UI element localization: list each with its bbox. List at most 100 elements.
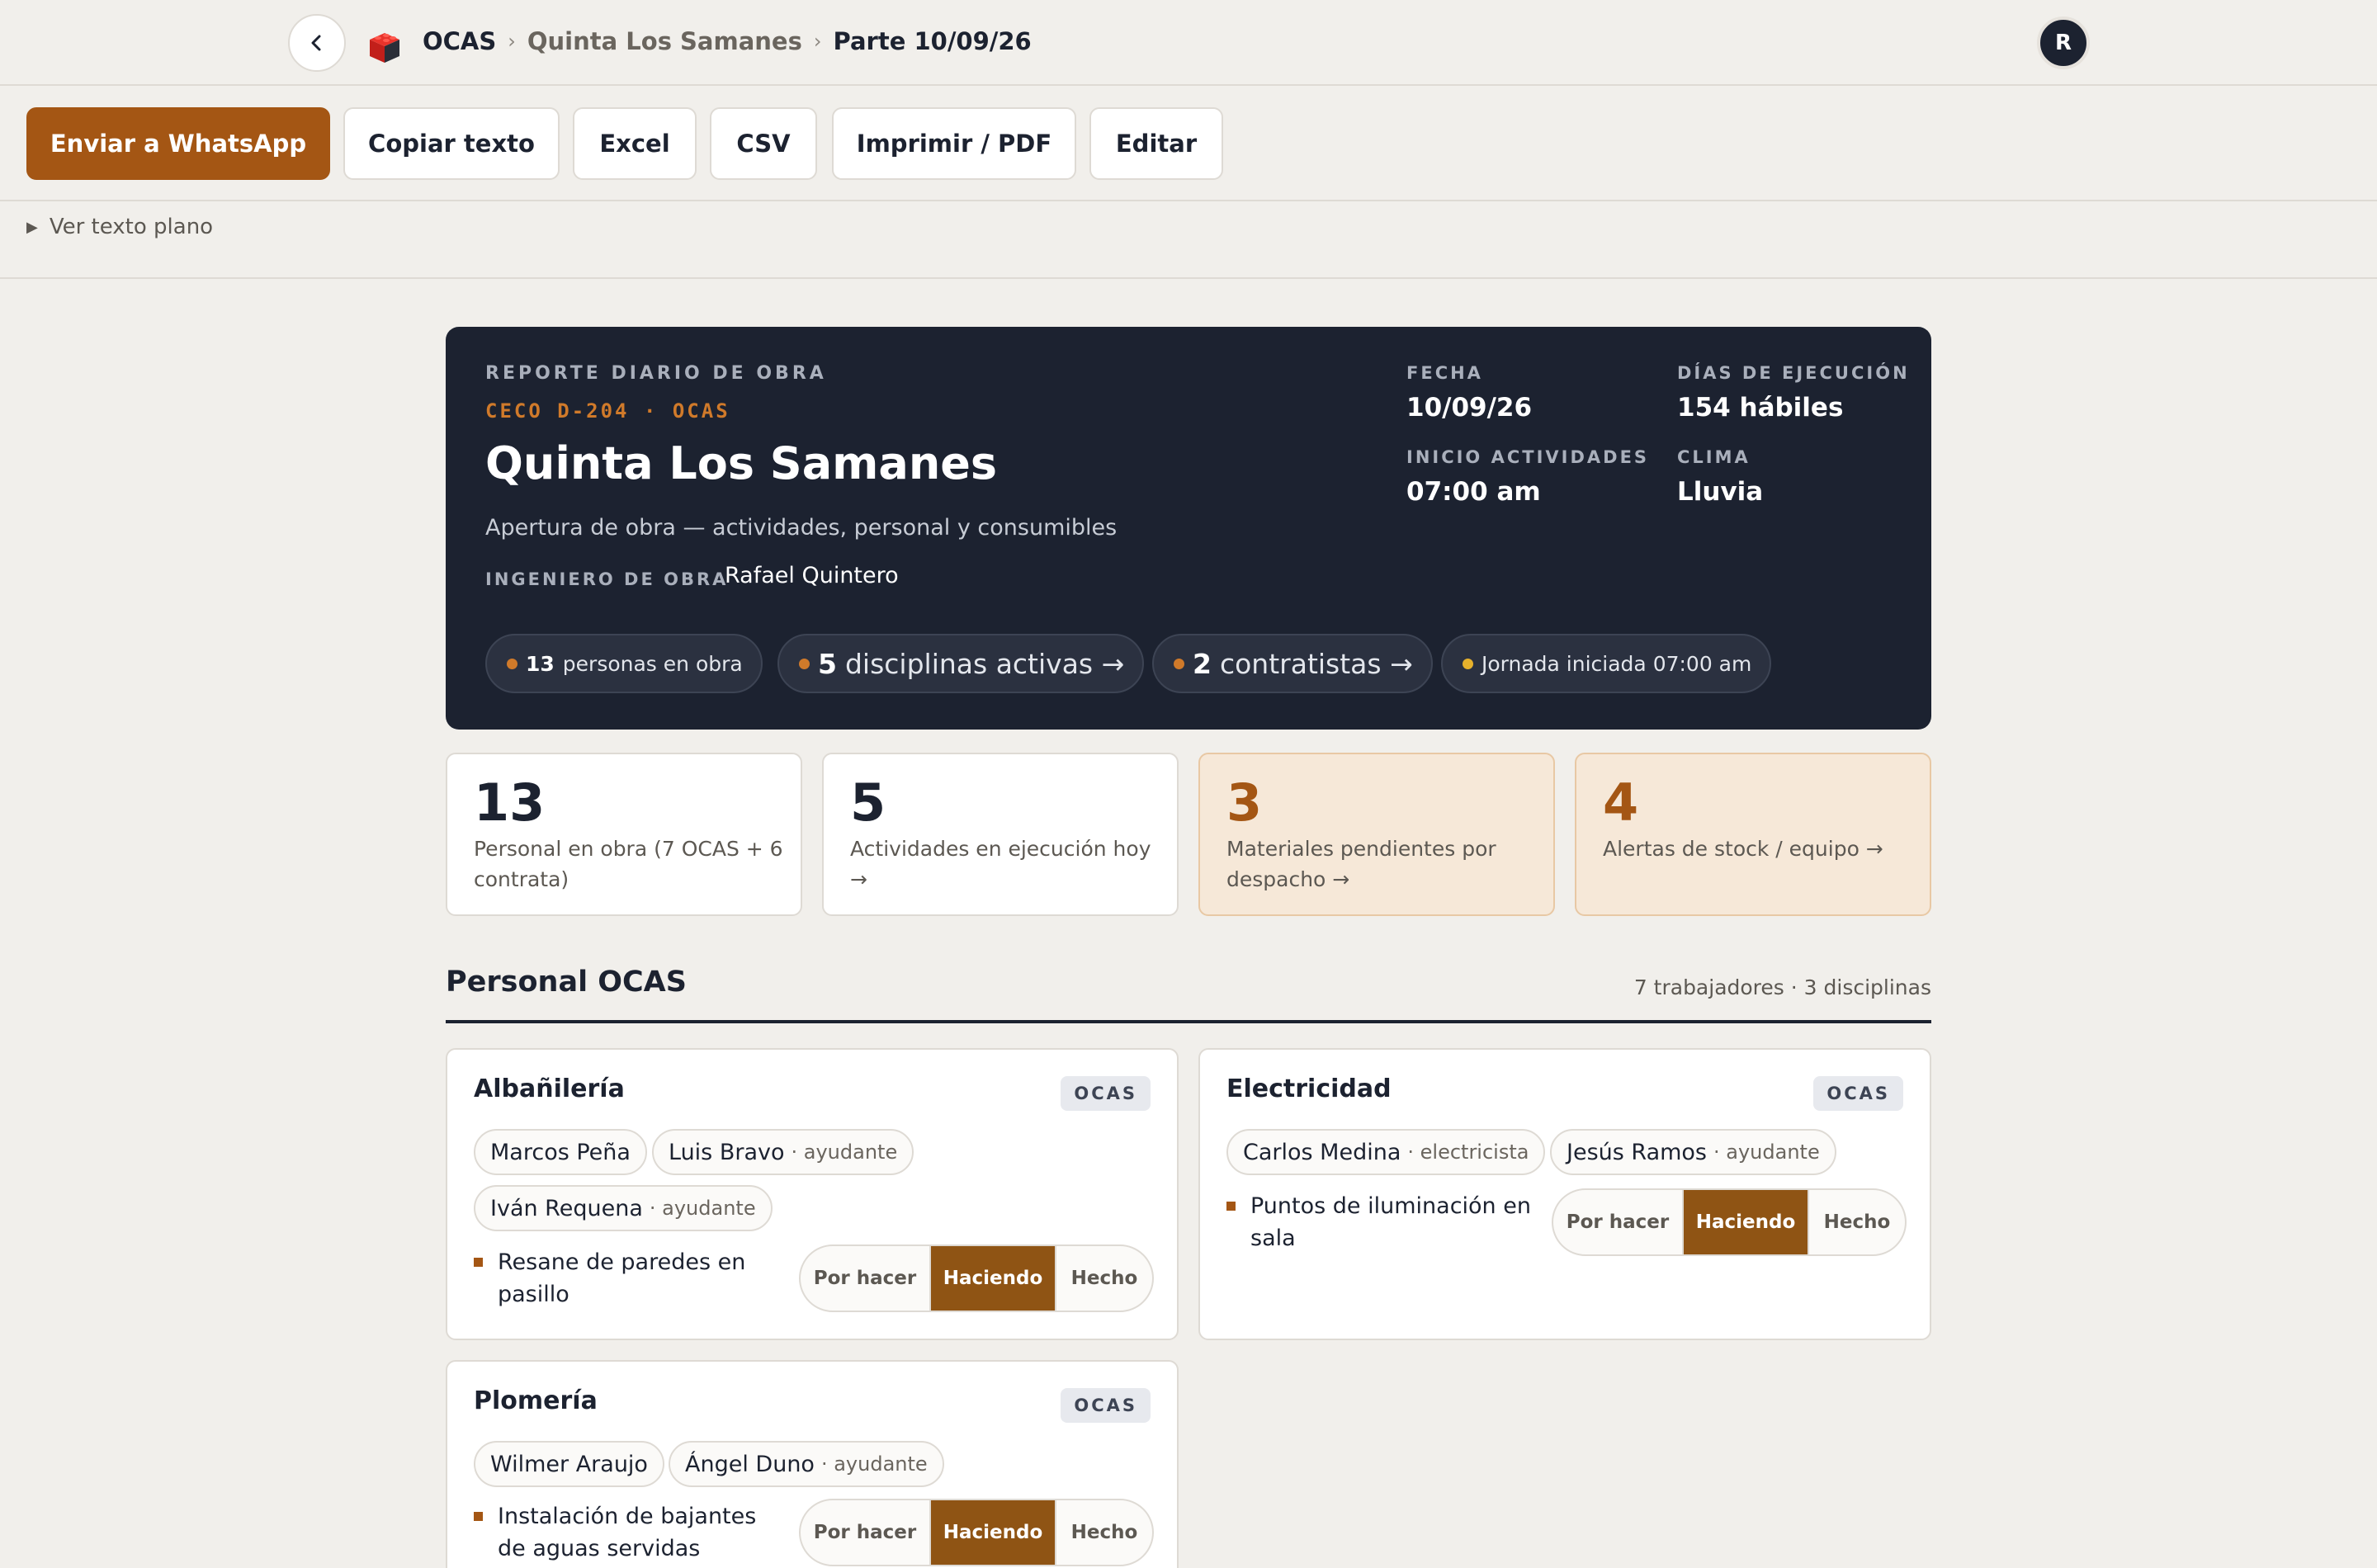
send-whatsapp-button[interactable]: Enviar a WhatsApp	[26, 107, 330, 180]
status-option-haciendo[interactable]: Haciendo	[931, 1500, 1056, 1565]
stat-card-personnel: 13 Personal en obra (7 OCAS + 6 contrata…	[446, 753, 802, 916]
chevron-left-icon	[311, 35, 321, 51]
active-disciplines-pill[interactable]: 5 disciplinas activas →	[777, 634, 1145, 693]
pill-text: contratistas →	[1219, 647, 1413, 680]
pill-number: 13	[526, 651, 555, 676]
worker-role: · ayudante	[791, 1141, 898, 1164]
start-time-value: 07:00 am	[1406, 477, 1541, 507]
worker-chip: Marcos Peña	[474, 1129, 647, 1175]
stat-card-stock-alerts[interactable]: 4 Alertas de stock / equipo →	[1575, 753, 1931, 916]
status-toggle: Por hacer Haciendo Hecho	[799, 1499, 1154, 1566]
disclosure-triangle-icon: ▶	[26, 218, 38, 236]
excel-button[interactable]: Excel	[573, 107, 697, 180]
avatar[interactable]: R	[2037, 17, 2090, 69]
stat-card-pending-materials[interactable]: 3 Materiales pendientes por despacho →	[1198, 753, 1555, 916]
stat-label: Personal en obra (7 OCAS + 6 contrata)	[474, 837, 783, 891]
worker-chip: Iván Requena · ayudante	[474, 1185, 773, 1231]
breadcrumb: OCAS › Quinta Los Samanes › Parte 10/09/…	[423, 23, 1032, 59]
org-tag: OCAS	[1061, 1388, 1151, 1423]
pill-text: Jornada iniciada 07:00 am	[1481, 651, 1752, 676]
copy-text-button[interactable]: Copiar texto	[343, 107, 560, 180]
worker-role: · electricista	[1407, 1141, 1529, 1164]
pill-text: disciplinas activas →	[844, 647, 1125, 680]
discipline-name: Albañilería	[474, 1074, 625, 1103]
start-time-label: INICIO ACTIVIDADES	[1406, 447, 1650, 467]
discipline-card-plomeria: Plomería OCAS Wilmer Araujo Ángel Duno ·…	[446, 1360, 1179, 1568]
discipline-name: Plomería	[474, 1386, 598, 1415]
top-bar: OCAS › Quinta Los Samanes › Parte 10/09/…	[0, 0, 2377, 86]
status-option-hecho[interactable]: Hecho	[1056, 1246, 1152, 1311]
stat-value: 5	[850, 772, 886, 833]
worker-chip: Luis Bravo · ayudante	[652, 1129, 914, 1175]
execution-days-label: DÍAS DE EJECUCIÓN	[1677, 363, 1910, 383]
breadcrumb-separator-icon: ›	[508, 30, 516, 53]
bullet-icon	[1226, 1202, 1236, 1211]
plain-text-toggle[interactable]: ▶ Ver texto plano	[26, 215, 213, 239]
print-pdf-button[interactable]: Imprimir / PDF	[832, 107, 1076, 180]
status-option-haciendo[interactable]: Haciendo	[931, 1246, 1056, 1311]
stat-value: 3	[1226, 772, 1263, 833]
engineer-label: INGENIERO DE OBRA	[485, 569, 729, 589]
status-option-hecho[interactable]: Hecho	[1056, 1500, 1152, 1565]
status-option-hecho[interactable]: Hecho	[1809, 1190, 1905, 1254]
report-header-card: REPORTE DIARIO DE OBRA CECO D-204 · OCAS…	[446, 327, 1931, 730]
stat-card-activities[interactable]: 5 Actividades en ejecución hoy →	[822, 753, 1179, 916]
worker-chip: Wilmer Araujo	[474, 1441, 664, 1487]
contractors-pill[interactable]: 2 contratistas →	[1152, 634, 1433, 693]
org-tag: OCAS	[1061, 1076, 1151, 1111]
report-eyebrow: REPORTE DIARIO DE OBRA	[485, 363, 827, 384]
plain-text-label: Ver texto plano	[49, 215, 214, 239]
bullet-icon	[474, 1258, 483, 1267]
worker-chip: Carlos Medina · electricista	[1226, 1129, 1546, 1175]
worker-name: Jesús Ramos	[1567, 1139, 1708, 1165]
bullet-icon	[474, 1512, 483, 1521]
breadcrumb-root[interactable]: OCAS	[423, 27, 496, 55]
edit-button[interactable]: Editar	[1089, 107, 1223, 180]
status-option-por-hacer[interactable]: Por hacer	[801, 1500, 931, 1565]
org-tag: OCAS	[1813, 1076, 1903, 1111]
stat-value: 13	[474, 772, 546, 833]
execution-days-value: 154 hábiles	[1677, 393, 1844, 423]
status-option-haciendo[interactable]: Haciendo	[1684, 1190, 1809, 1254]
csv-button[interactable]: CSV	[710, 107, 817, 180]
pill-text: personas en obra	[562, 651, 743, 676]
date-value: 10/09/26	[1406, 393, 1533, 423]
stat-label: Alertas de stock / equipo →	[1603, 837, 1883, 861]
discipline-card-electricidad: Electricidad OCAS Carlos Medina · electr…	[1198, 1048, 1931, 1340]
worker-chip: Jesús Ramos · ayudante	[1550, 1129, 1836, 1175]
status-option-por-hacer[interactable]: Por hacer	[801, 1246, 931, 1311]
weather-value: Lluvia	[1677, 477, 1764, 507]
activity-text: Puntos de iluminación en sala	[1250, 1193, 1531, 1251]
status-dot-icon	[1174, 658, 1184, 669]
section-meta: 7 trabajadores · 3 disciplinas	[1633, 975, 1931, 999]
status-dot-icon	[1463, 658, 1473, 669]
activity-item: Instalación de bajantes de aguas servida…	[474, 1500, 787, 1565]
activity-text: Resane de paredes en pasillo	[498, 1249, 746, 1307]
back-button[interactable]	[288, 14, 346, 72]
people-on-site-pill: 13 personas en obra	[485, 634, 763, 693]
brick-logo-icon	[370, 33, 399, 63]
worker-role: · ayudante	[820, 1452, 928, 1476]
project-subtitle: Apertura de obra — actividades, personal…	[485, 515, 1118, 541]
status-toggle: Por hacer Haciendo Hecho	[799, 1244, 1154, 1312]
activity-item: Resane de paredes en pasillo	[474, 1246, 787, 1311]
status-toggle: Por hacer Haciendo Hecho	[1552, 1188, 1907, 1256]
worker-role: · ayudante	[649, 1197, 756, 1220]
breadcrumb-separator-icon: ›	[813, 30, 822, 53]
activity-text: Instalación de bajantes de aguas servida…	[498, 1504, 757, 1561]
workday-started-pill: Jornada iniciada 07:00 am	[1441, 634, 1772, 693]
section-title: Personal OCAS	[446, 966, 687, 999]
discipline-card-albanileria: Albañilería OCAS Marcos Peña Luis Bravo …	[446, 1048, 1179, 1340]
status-dot-icon	[799, 658, 810, 669]
ceco-code: CECO D-204 · OCAS	[485, 399, 730, 423]
section-divider	[446, 1020, 1931, 1023]
worker-name: Marcos Peña	[490, 1139, 631, 1165]
date-label: FECHA	[1406, 363, 1483, 383]
project-title: Quinta Los Samanes	[485, 437, 998, 489]
breadcrumb-project[interactable]: Quinta Los Samanes	[527, 27, 802, 55]
worker-name: Wilmer Araujo	[490, 1451, 648, 1477]
status-option-por-hacer[interactable]: Por hacer	[1553, 1190, 1684, 1254]
worker-name: Luis Bravo	[669, 1139, 785, 1165]
breadcrumb-current: Parte 10/09/26	[833, 27, 1032, 55]
weather-label: CLIMA	[1677, 447, 1751, 467]
